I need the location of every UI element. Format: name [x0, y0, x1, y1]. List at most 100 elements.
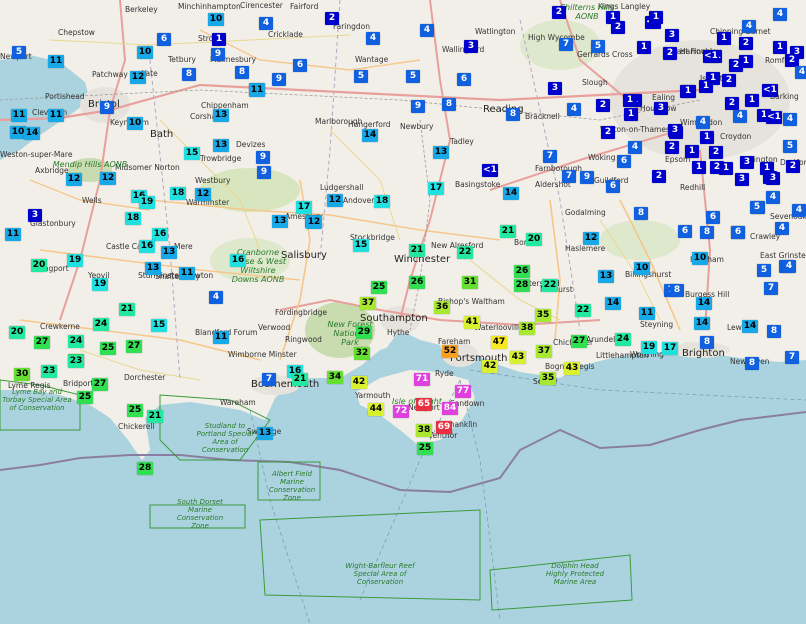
reading-marker[interactable]: 1: [623, 94, 637, 107]
reading-marker[interactable]: 7: [562, 170, 576, 183]
reading-marker[interactable]: 3: [28, 209, 42, 222]
reading-marker[interactable]: 3: [464, 40, 478, 53]
reading-marker[interactable]: 25: [371, 281, 387, 294]
reading-marker[interactable]: 4: [742, 20, 756, 33]
reading-marker[interactable]: 44: [368, 403, 384, 416]
reading-marker[interactable]: 42: [482, 360, 498, 373]
reading-marker[interactable]: 22: [457, 246, 473, 259]
reading-marker[interactable]: 16: [152, 228, 168, 241]
reading-marker[interactable]: 43: [510, 351, 526, 364]
reading-marker[interactable]: 2: [652, 170, 666, 183]
reading-marker[interactable]: 4: [795, 66, 806, 79]
reading-marker[interactable]: 4: [628, 141, 642, 154]
reading-marker[interactable]: 2: [665, 141, 679, 154]
reading-marker[interactable]: 4: [567, 103, 581, 116]
reading-marker[interactable]: 10: [127, 117, 143, 130]
reading-marker[interactable]: 1: [699, 80, 713, 93]
reading-marker[interactable]: 15: [151, 319, 167, 332]
reading-marker[interactable]: 8: [506, 108, 520, 121]
reading-marker[interactable]: 8: [182, 68, 196, 81]
reading-marker[interactable]: 17: [428, 182, 444, 195]
reading-marker[interactable]: 35: [540, 372, 556, 385]
reading-marker[interactable]: 31: [462, 276, 478, 289]
reading-marker[interactable]: 28: [514, 279, 530, 292]
reading-marker[interactable]: 12: [100, 172, 116, 185]
reading-marker[interactable]: 3: [548, 82, 562, 95]
reading-marker[interactable]: 71: [414, 373, 430, 386]
reading-marker[interactable]: 25: [100, 342, 116, 355]
reading-marker[interactable]: 6: [157, 33, 171, 46]
reading-marker[interactable]: 10: [137, 46, 153, 59]
reading-marker[interactable]: 25: [77, 391, 93, 404]
reading-marker[interactable]: 13: [272, 215, 288, 228]
reading-marker[interactable]: 17: [662, 342, 678, 355]
reading-marker[interactable]: 11: [639, 307, 655, 320]
reading-marker[interactable]: 19: [67, 254, 83, 267]
reading-marker[interactable]: 6: [678, 225, 692, 238]
reading-marker[interactable]: 7: [559, 38, 573, 51]
reading-marker[interactable]: 1: [212, 33, 226, 46]
reading-marker[interactable]: 14: [503, 187, 519, 200]
reading-marker[interactable]: 21: [500, 225, 516, 238]
reading-marker[interactable]: 5: [783, 140, 797, 153]
reading-marker[interactable]: 6: [293, 59, 307, 72]
reading-marker[interactable]: 2: [596, 99, 610, 112]
reading-marker[interactable]: 5: [591, 40, 605, 53]
reading-marker[interactable]: 4: [733, 110, 747, 123]
reading-marker[interactable]: 11: [48, 55, 64, 68]
reading-marker[interactable]: 4: [259, 17, 273, 30]
reading-marker[interactable]: 11: [249, 84, 265, 97]
reading-marker[interactable]: 13: [598, 270, 614, 283]
reading-marker[interactable]: 21: [409, 244, 425, 257]
reading-marker[interactable]: <1: [766, 111, 782, 124]
reading-marker[interactable]: 2: [663, 47, 677, 60]
reading-marker[interactable]: 4: [366, 32, 380, 45]
reading-marker[interactable]: 36: [434, 301, 450, 314]
reading-marker[interactable]: 1: [649, 11, 663, 24]
reading-marker[interactable]: 8: [700, 226, 714, 239]
reading-marker[interactable]: 16: [139, 240, 155, 253]
reading-marker[interactable]: 15: [353, 239, 369, 252]
reading-marker[interactable]: 32: [354, 347, 370, 360]
reading-marker[interactable]: 4: [696, 116, 710, 129]
reading-marker[interactable]: 13: [213, 109, 229, 122]
map-viewport[interactable]: Berkeley Minchinhampton Cirencester Fairfor…: [0, 0, 806, 624]
reading-marker[interactable]: <1: [703, 50, 719, 63]
reading-marker[interactable]: 22: [542, 279, 558, 292]
reading-marker[interactable]: 7: [785, 351, 799, 364]
reading-marker[interactable]: 21: [292, 373, 308, 386]
reading-marker[interactable]: 25: [127, 404, 143, 417]
reading-marker[interactable]: 37: [360, 297, 376, 310]
reading-marker[interactable]: 30: [14, 368, 30, 381]
reading-marker[interactable]: 13: [433, 146, 449, 159]
reading-marker[interactable]: 20: [526, 233, 542, 246]
reading-marker[interactable]: 16: [230, 254, 246, 267]
reading-marker[interactable]: 27: [126, 340, 142, 353]
reading-marker[interactable]: 47: [491, 336, 507, 349]
reading-marker[interactable]: 9: [211, 48, 225, 61]
reading-marker[interactable]: 26: [409, 276, 425, 289]
reading-marker[interactable]: 38: [519, 322, 535, 335]
reading-marker[interactable]: 4: [792, 204, 806, 217]
reading-marker[interactable]: 8: [700, 336, 714, 349]
reading-marker[interactable]: 12: [66, 173, 82, 186]
reading-marker[interactable]: 1: [685, 145, 699, 158]
reading-marker[interactable]: 2: [325, 12, 339, 25]
reading-marker[interactable]: 14: [605, 297, 621, 310]
reading-marker[interactable]: 27: [571, 335, 587, 348]
reading-marker[interactable]: 21: [119, 303, 135, 316]
reading-marker[interactable]: 20: [31, 259, 47, 272]
reading-marker[interactable]: 23: [68, 355, 84, 368]
reading-marker[interactable]: 12: [195, 188, 211, 201]
reading-marker[interactable]: 27: [34, 336, 50, 349]
reading-marker[interactable]: 11: [179, 267, 195, 280]
reading-marker[interactable]: 19: [92, 278, 108, 291]
reading-marker[interactable]: 41: [464, 316, 480, 329]
reading-marker[interactable]: 10: [208, 13, 224, 26]
reading-marker[interactable]: 52: [442, 345, 458, 358]
reading-marker[interactable]: 19: [641, 341, 657, 354]
reading-marker[interactable]: 18: [125, 212, 141, 225]
reading-marker[interactable]: 22: [575, 304, 591, 317]
reading-marker[interactable]: 18: [374, 195, 390, 208]
reading-marker[interactable]: 1: [624, 108, 638, 121]
